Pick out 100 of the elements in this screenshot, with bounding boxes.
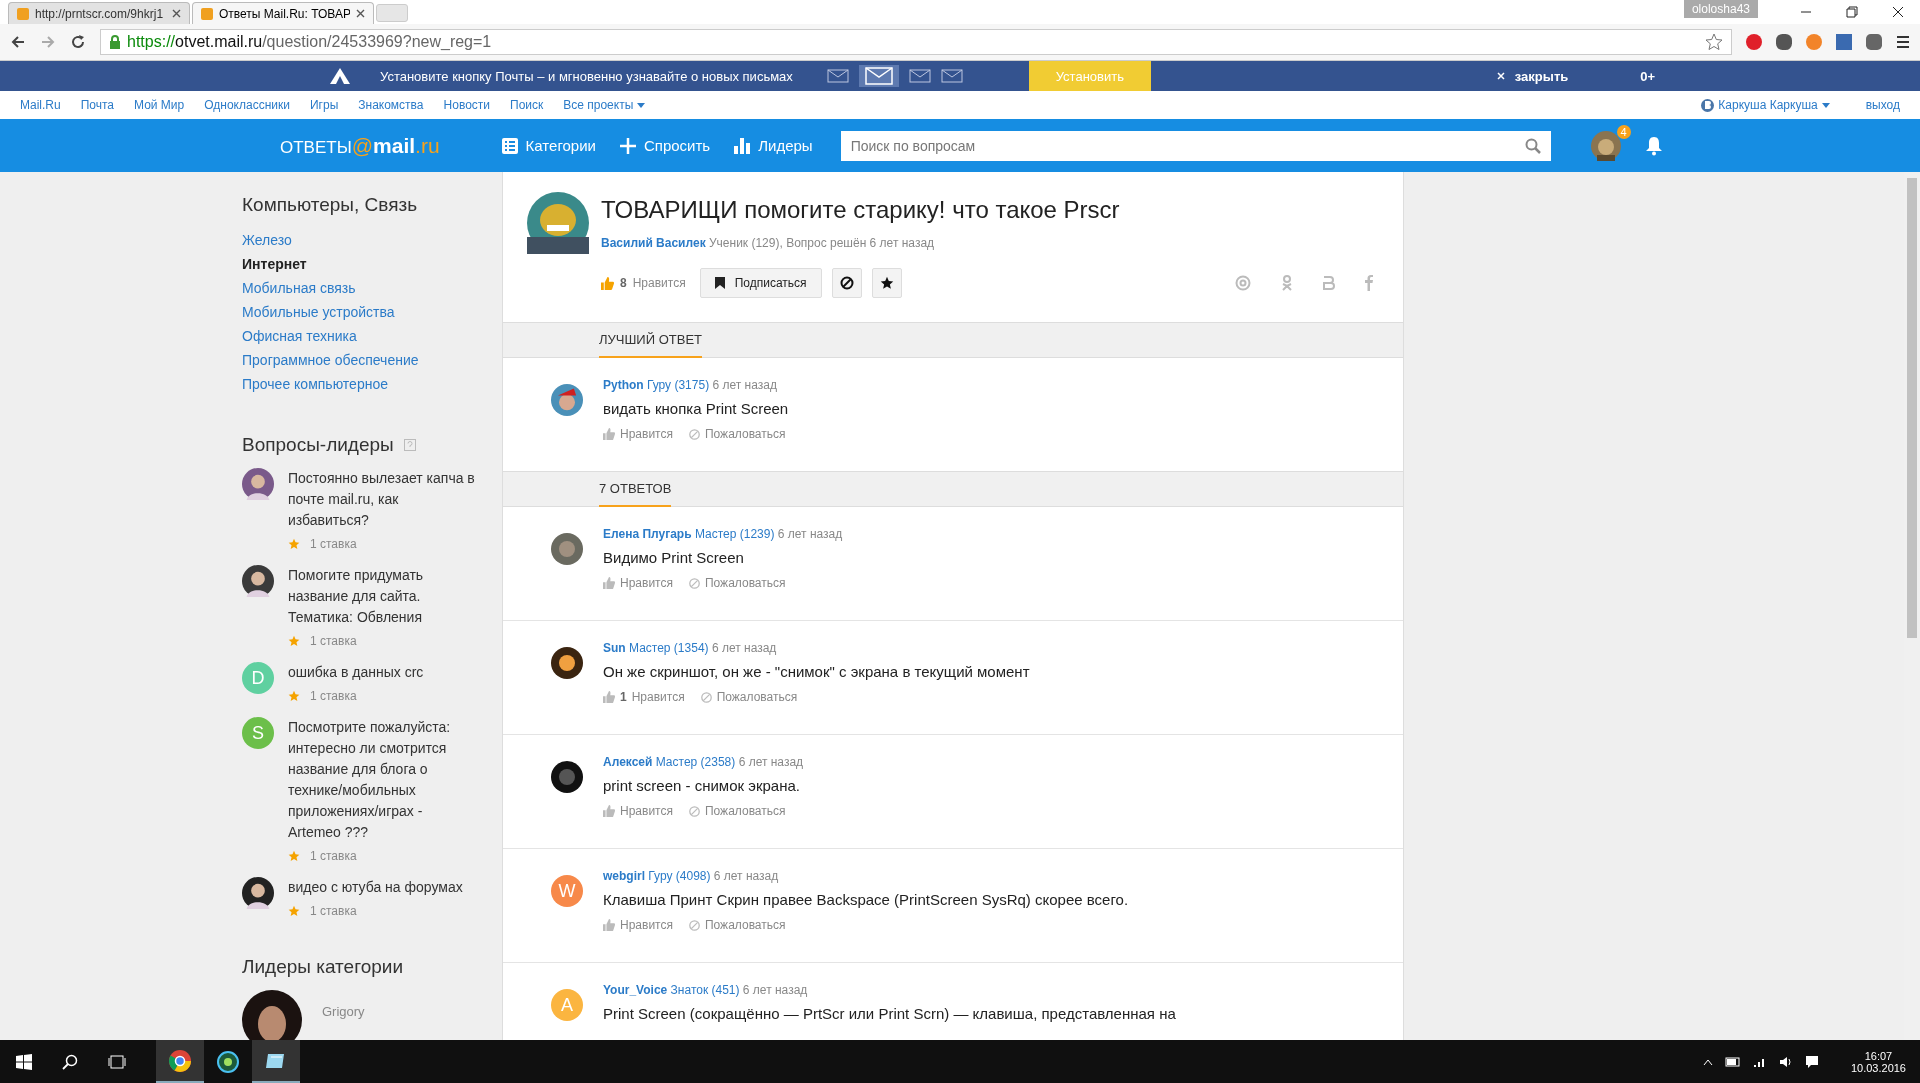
windows-icon[interactable] [16,1053,32,1070]
category-link[interactable]: Мобильные устройства [242,300,502,324]
profile-name[interactable]: ololosha43 [1683,0,1758,18]
nav-link[interactable]: Mail.Ru [20,98,61,112]
category-link[interactable]: Офисная техника [242,324,502,348]
nav-link[interactable]: Поиск [510,98,544,112]
like-button[interactable]: 8 Нравится [601,276,686,290]
notification-badge: 4 [1616,124,1631,139]
leader-name[interactable]: Grigory [322,1004,365,1019]
like-button[interactable]: Нравится [603,427,673,441]
back-icon[interactable] [10,34,26,50]
thumbs-up-icon [601,276,614,290]
extension-icon[interactable] [1866,34,1882,50]
close-icon[interactable] [356,9,365,18]
report-button[interactable]: Пожаловаться [688,918,786,932]
question-link[interactable]: видео с ютуба на форумах [288,877,478,898]
extension-icon[interactable] [1776,34,1792,50]
category-link[interactable]: Мобильная связь [242,276,502,300]
favorite-button[interactable] [871,268,902,298]
nav-link[interactable]: Знакомства [358,98,424,112]
search-field[interactable]: Поиск по вопросам [840,130,1551,161]
thumbs-up-icon [603,691,615,703]
browser-tab[interactable]: http://prntscr.com/9hkrj1 [8,2,190,24]
chrome-icon[interactable] [156,1040,204,1083]
leaders-button[interactable]: Лидеры [734,137,813,154]
author-link[interactable]: Sun [603,641,626,655]
like-button[interactable]: 1 Нравится [603,690,685,704]
report-button[interactable]: Пожаловаться [688,576,786,590]
site-logo[interactable]: ОТВЕТЫ@mail.ru [280,133,440,158]
star-icon[interactable] [1705,33,1723,51]
notifications-icon[interactable] [1804,1054,1819,1069]
lock-icon [109,35,121,49]
volume-icon[interactable] [1778,1055,1793,1068]
user-name[interactable]: Каркуша Каркуша [1718,98,1818,112]
favicon-icon [201,7,213,20]
question-link[interactable]: Постоянно вылезает капча в почте mail.ru, как избавиться? [288,468,478,531]
search-icon[interactable] [62,1053,78,1070]
reload-icon[interactable] [70,34,86,50]
nav-link[interactable]: Игры [309,98,339,112]
category-link[interactable]: Интернет [242,252,502,276]
battery-icon[interactable] [1724,1056,1741,1067]
extension-icon[interactable] [1746,34,1762,50]
nav-link[interactable]: Одноклассники [204,98,290,112]
category-link[interactable]: Программное обеспечение [242,348,502,372]
task-view-icon[interactable] [108,1054,126,1069]
caret-icon [1821,102,1830,108]
flag-icon [714,277,725,289]
block-button[interactable] [831,268,862,298]
author-rank[interactable]: Мастер (1354) [629,641,709,655]
browser-tab[interactable]: Ответы Mail.Ru: ТОВАР [192,2,374,24]
subscribe-button[interactable]: Подписаться [699,268,822,298]
like-button[interactable]: Нравится [603,576,673,590]
chevron-up-icon[interactable] [1702,1057,1713,1066]
block-icon [839,276,854,290]
report-button[interactable]: Пожаловаться [688,804,786,818]
report-button[interactable]: Пожаловаться [688,427,786,441]
restore-icon[interactable] [1846,6,1858,18]
address-field[interactable]: https://otvet.mail.ru/question/24533969?new_reg=1 [100,29,1732,55]
logout-link[interactable]: выход [1865,98,1900,112]
nav-link[interactable]: Новости [443,98,490,112]
author-rank[interactable]: Мастер (1239) [694,527,775,541]
close-link[interactable]: закрыть [1514,68,1569,84]
author-link[interactable]: Алексей [603,755,653,769]
author-rank[interactable]: Мастер (2358) [655,755,736,769]
answer-time: 6 лет назад [777,527,843,541]
author-link[interactable]: Елена Плугарь [603,527,692,541]
bell-icon[interactable] [1644,135,1663,156]
author-link[interactable]: Василий Василек [601,236,706,250]
ask-button[interactable]: Спросить [620,137,711,154]
bet-count: 1 ставка [310,904,357,918]
nav-link[interactable]: Почта [80,98,114,112]
category-link[interactable]: Прочее компьютерное [242,372,502,396]
bet-count: 1 ставка [310,849,357,863]
author-link[interactable]: webgirl [603,869,645,883]
app-icon[interactable] [252,1040,300,1083]
question-link[interactable]: Помогите придумать название для сайта. Тематика: Обвления [288,565,478,628]
report-button[interactable]: Пожаловаться [700,690,798,704]
question-link[interactable]: ошибка в данных crc [288,662,478,683]
categories-button[interactable]: Категории [501,137,596,154]
avatar: D [242,662,274,694]
nav-link[interactable]: Все проекты [563,98,634,112]
author-rank[interactable]: Гуру (3175) [647,378,710,392]
scrollbar-thumb[interactable] [1907,178,1917,638]
section-title: 7 ОТВЕТОВ [599,472,672,507]
author-rank[interactable]: Знаток (451) [670,983,740,997]
category-link[interactable]: Железо [242,228,502,252]
close-icon[interactable] [1892,6,1904,18]
section-title: Лидеры категории [242,956,405,978]
clock-time[interactable]: 16:07 [1864,1049,1893,1062]
answer-time: 6 лет назад [711,641,777,655]
menu-icon[interactable] [1896,35,1910,49]
author-rank[interactable]: Гуру (4098) [648,869,711,883]
nav-link[interactable]: Мой Мир [134,98,185,112]
like-button[interactable]: Нравится [603,804,673,818]
author-link[interactable]: Python [603,378,644,392]
clock-date[interactable]: 10.03.2016 [1850,1061,1906,1074]
like-button[interactable]: Нравится [603,918,673,932]
answer-time: 6 лет назад [712,378,777,392]
question-link[interactable]: Посмотрите пожалуйста: интересно ли смотрится название для блога о технике/мобильных приложениях/играх - Artemeo ??? [288,717,478,843]
author-link[interactable]: Your_Voice [603,983,668,997]
